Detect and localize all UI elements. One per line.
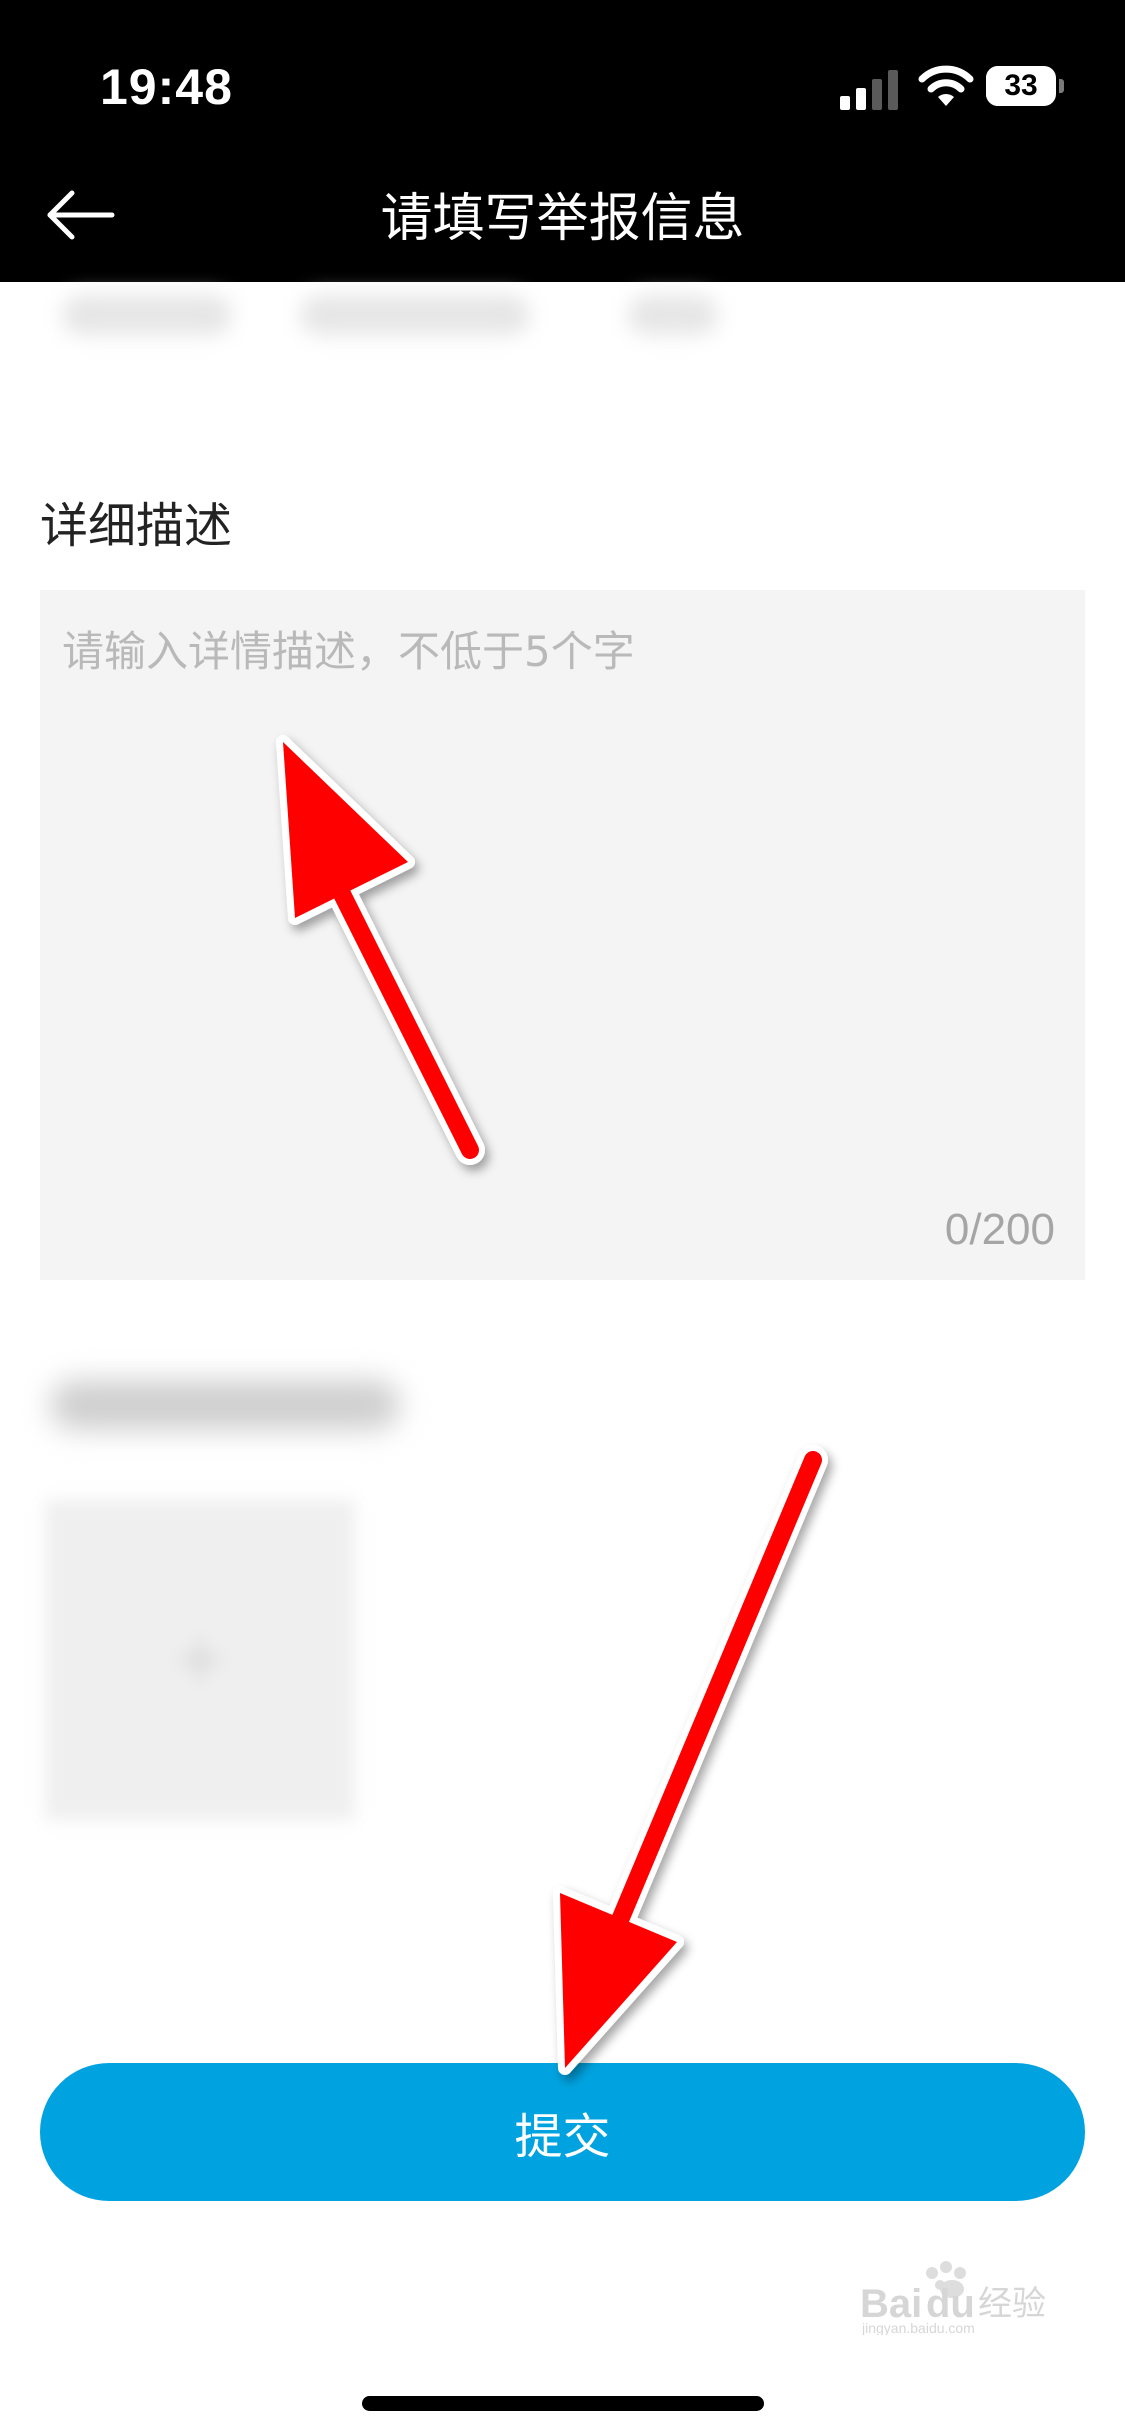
battery-indicator: 33 — [986, 66, 1064, 106]
character-counter: 0/200 — [944, 1205, 1055, 1254]
description-input[interactable] — [40, 590, 1085, 1280]
cellular-signal-icon — [840, 70, 898, 110]
status-time: 19:48 — [100, 59, 233, 115]
battery-tip — [1059, 79, 1064, 93]
report-page: 19:48 33 请填写举报信息 详细描述 请输入详情描述，不低于5个字 0/2… — [0, 0, 1125, 2436]
image-upload-button[interactable] — [45, 1500, 355, 1820]
baidu-jingyan-watermark: Bai du 经验 jingyan.baidu.com — [860, 2261, 1046, 2335]
svg-text:jingyan.baidu.com: jingyan.baidu.com — [861, 2320, 975, 2335]
battery-percentage: 33 — [1004, 69, 1038, 102]
header-bar: 19:48 33 请填写举报信息 — [0, 0, 1125, 282]
blurred-option-chip[interactable] — [628, 295, 718, 335]
page-title: 请填写举报信息 — [380, 189, 745, 249]
blurred-option-chip[interactable] — [62, 295, 232, 335]
submit-button[interactable]: 提交 — [40, 2063, 1085, 2201]
svg-text:经验: 经验 — [978, 2284, 1046, 2324]
wifi-icon — [918, 65, 974, 106]
blurred-upload-label — [50, 1380, 400, 1430]
plus-icon — [180, 1640, 220, 1680]
blurred-option-chip[interactable] — [300, 295, 530, 335]
annotation-arrow-down — [553, 1445, 828, 2075]
description-label: 详细描述 — [40, 498, 233, 554]
home-indicator[interactable] — [362, 2396, 764, 2411]
